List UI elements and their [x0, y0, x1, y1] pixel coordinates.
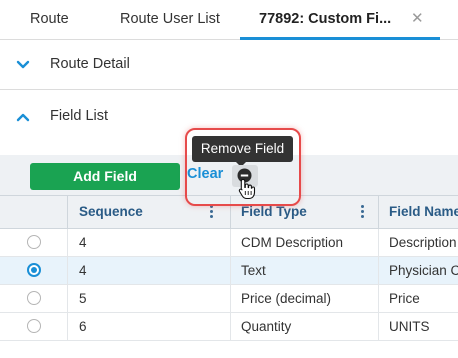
table-row[interactable]: 6 Quantity UNITS	[0, 313, 458, 341]
table-row[interactable]: 4 CDM Description Description	[0, 229, 458, 257]
remove-field-tooltip: Remove Field	[192, 136, 293, 167]
chevron-down-icon[interactable]	[15, 57, 31, 73]
add-field-button[interactable]: Add Field	[30, 163, 180, 190]
tab-route[interactable]: Route	[30, 0, 69, 40]
cell-field-name: Description	[389, 235, 457, 250]
tab-custom-fields-label: 77892: Custom Fi...	[259, 11, 392, 27]
route-detail-title: Route Detail	[50, 56, 130, 72]
row-radio[interactable]	[27, 235, 41, 249]
row-radio-selected[interactable]	[27, 263, 41, 277]
cell-field-type: Price (decimal)	[241, 291, 332, 306]
field-list-title: Field List	[50, 108, 109, 124]
row-radio[interactable]	[27, 319, 41, 333]
cell-sequence: 5	[79, 291, 87, 306]
cell-sequence: 6	[79, 319, 87, 334]
cell-sequence: 4	[79, 263, 87, 278]
chevron-up-icon[interactable]	[15, 109, 31, 125]
sequence-column-menu-icon[interactable]	[210, 205, 214, 219]
hand-cursor-icon	[238, 178, 256, 200]
cell-field-name: Price	[389, 291, 420, 306]
tab-custom-fields[interactable]: 77892: Custom Fi... ✕	[240, 0, 440, 40]
cell-field-name: Physician C	[389, 263, 458, 278]
column-header-field-name[interactable]: Field Name	[378, 196, 458, 228]
cell-field-type: Text	[241, 263, 266, 278]
field-type-column-menu-icon[interactable]	[361, 205, 365, 219]
route-detail-section[interactable]: Route Detail	[0, 41, 458, 90]
table-row[interactable]: 4 Text Physician C	[0, 257, 458, 285]
row-radio[interactable]	[27, 291, 41, 305]
tab-bar: Route Route User List 77892: Custom Fi..…	[0, 0, 458, 40]
cell-field-type: Quantity	[241, 319, 292, 334]
field-grid: Sequence Field Type Field Name 4 CDM Des…	[0, 195, 458, 358]
tab-route-user-list[interactable]: Route User List	[120, 0, 220, 40]
close-icon[interactable]: ✕	[411, 0, 424, 38]
cell-sequence: 4	[79, 235, 87, 250]
cell-field-name: UNITS	[389, 319, 430, 334]
cell-field-type: CDM Description	[241, 235, 344, 250]
table-row[interactable]: 5 Price (decimal) Price	[0, 285, 458, 313]
